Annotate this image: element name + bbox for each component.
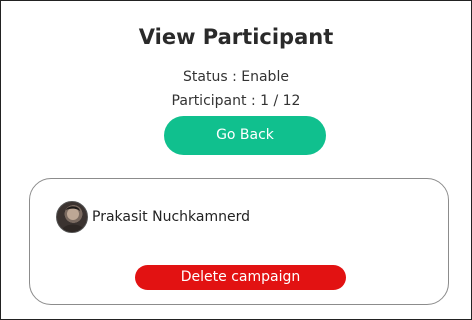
participant-card: Prakasit Nuchkamnerd Delete campaign	[29, 178, 449, 305]
page-title: View Participant	[138, 25, 334, 49]
participant-count: Participant : 1 / 12	[171, 93, 301, 109]
participant-name: Prakasit Nuchkamnerd	[92, 209, 250, 225]
user-avatar	[56, 201, 88, 233]
delete-campaign-button[interactable]: Delete campaign	[135, 265, 346, 290]
page-frame: View Participant Status : Enable Partici…	[0, 0, 472, 320]
status-text: Status : Enable	[183, 69, 289, 85]
participant-row: Prakasit Nuchkamnerd	[56, 201, 250, 233]
user-photo-icon	[61, 206, 85, 232]
go-back-button[interactable]: Go Back	[164, 116, 326, 155]
